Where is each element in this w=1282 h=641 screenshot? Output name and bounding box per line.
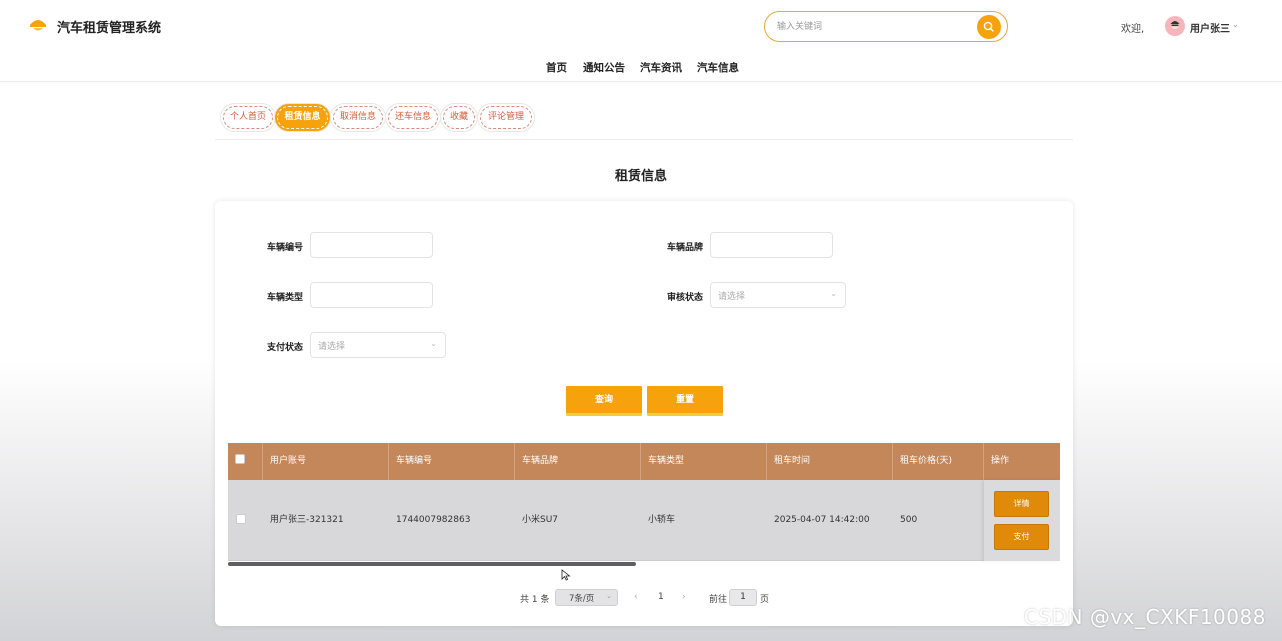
search-box (764, 11, 1008, 42)
column-header-vehicle-no[interactable]: 车辆编号 (389, 443, 515, 480)
review-status-placeholder: 请选择 (718, 292, 746, 302)
table-header: 用户账号 车辆编号 车辆品牌 车辆类型 租车时间 租车价格(天) 操作 (228, 443, 1060, 480)
prev-page-icon[interactable]: ‹ (634, 592, 638, 602)
vehicle-no-input[interactable] (310, 232, 433, 258)
brand-input[interactable] (710, 232, 833, 258)
column-header-price[interactable]: 租车价格(天) (893, 443, 984, 480)
current-page[interactable]: 1 (658, 592, 664, 602)
top-header: 汽车租赁管理系统 欢迎, 用户张三 ⌄ 首页 通知公告 汽车资讯 汽车信息 (0, 0, 1282, 82)
tab-rental-info[interactable]: 租赁信息 (277, 106, 328, 129)
pay-status-label: 支付状态 (267, 343, 304, 353)
chevron-down-icon: ⌄ (430, 339, 437, 348)
chevron-down-icon: ⌄ (606, 592, 612, 600)
tab-personal-home[interactable]: 个人首页 (223, 106, 273, 129)
user-name[interactable]: 用户张三 (1190, 20, 1230, 35)
column-header-rent-time[interactable]: 租车时间 (767, 443, 893, 480)
goto-label: 前往 (709, 595, 728, 605)
welcome-text: 欢迎, (1121, 24, 1145, 35)
tab-favorites[interactable]: 收藏 (443, 106, 475, 129)
user-avatar-icon (1170, 21, 1180, 29)
table-row: 用户张三-321321 1744007982863 小米SU7 小轿车 2025… (228, 480, 1060, 561)
cell-type: 小轿车 (648, 515, 676, 525)
column-header-type[interactable]: 车辆类型 (641, 443, 767, 480)
page-size-select[interactable]: 7条/页 ⌄ (555, 589, 618, 606)
tab-cancel-info[interactable]: 取消信息 (333, 106, 383, 129)
search-button[interactable] (977, 15, 1001, 39)
nav-item-news[interactable]: 汽车资讯 (640, 60, 682, 75)
pay-status-placeholder: 请选择 (318, 342, 346, 352)
type-input[interactable] (310, 282, 433, 308)
review-status-select[interactable]: 请选择 ⌄ (710, 282, 846, 308)
cell-price: 500 (900, 515, 918, 525)
vehicle-no-label: 车辆编号 (267, 243, 304, 253)
search-input[interactable] (777, 18, 967, 36)
app-title: 汽车租赁管理系统 (57, 21, 162, 36)
brand-label: 车辆品牌 (667, 243, 704, 253)
cell-vehicle-no: 1744007982863 (396, 515, 471, 525)
page-title: 租赁信息 (614, 169, 667, 184)
column-header-account[interactable]: 用户账号 (263, 443, 389, 480)
column-header-brand[interactable]: 车辆品牌 (515, 443, 641, 480)
cell-account: 用户张三-321321 (270, 515, 344, 525)
review-status-label: 审核状态 (667, 293, 704, 303)
pay-status-select[interactable]: 请选择 ⌄ (310, 332, 446, 358)
pagination-total: 共 1 条 (520, 595, 550, 605)
horizontal-scrollbar[interactable] (228, 561, 1060, 567)
watermark: CSDN @vx_CXKF10088 (1024, 605, 1266, 629)
scrollbar-thumb[interactable] (228, 562, 636, 566)
avatar[interactable] (1165, 16, 1185, 36)
actions-cell: 详情 支付 (984, 480, 1060, 561)
tab-comments[interactable]: 评论管理 (480, 106, 532, 129)
nav-item-notices[interactable]: 通知公告 (583, 60, 625, 75)
page-size-value: 7条/页 (569, 594, 595, 604)
search-icon (983, 21, 994, 32)
nav-item-cars[interactable]: 汽车信息 (697, 60, 739, 75)
select-all-checkbox[interactable] (235, 454, 245, 464)
logo-icon (30, 20, 46, 31)
chevron-down-icon[interactable]: ⌄ (1232, 20, 1239, 29)
detail-button[interactable]: 详情 (994, 491, 1049, 517)
nav-item-home[interactable]: 首页 (546, 60, 567, 75)
page-suffix: 页 (760, 595, 770, 605)
row-checkbox[interactable] (236, 514, 246, 524)
query-button[interactable]: 查询 (566, 386, 642, 416)
mouse-cursor-icon (561, 569, 571, 581)
chevron-down-icon: ⌄ (830, 289, 837, 298)
divider (215, 139, 1073, 140)
type-label: 车辆类型 (267, 293, 304, 303)
tab-return-info[interactable]: 还车信息 (388, 106, 438, 129)
select-all-cell (228, 443, 263, 480)
next-page-icon[interactable]: › (682, 592, 686, 602)
column-header-actions: 操作 (991, 456, 1010, 466)
reset-button[interactable]: 重置 (647, 386, 723, 416)
pay-button[interactable]: 支付 (994, 524, 1049, 550)
cell-brand: 小米SU7 (522, 515, 559, 525)
goto-page-input[interactable]: 1 (729, 589, 757, 606)
main-nav: 首页 通知公告 汽车资讯 汽车信息 (0, 60, 1282, 76)
cell-rent-time: 2025-04-07 14:42:00 (774, 515, 870, 525)
